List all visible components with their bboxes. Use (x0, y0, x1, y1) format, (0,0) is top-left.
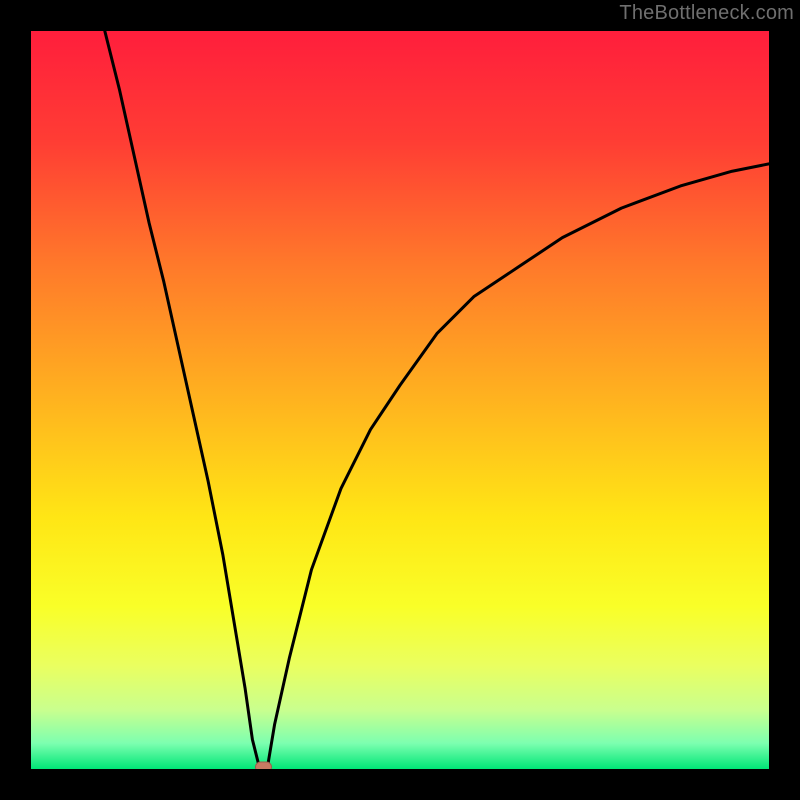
gradient-background (31, 31, 769, 769)
plot-area (31, 31, 769, 769)
chart-frame: TheBottleneck.com (0, 0, 800, 800)
optimal-point-marker (255, 762, 271, 769)
watermark-text: TheBottleneck.com (619, 2, 794, 25)
chart-svg (31, 31, 769, 769)
